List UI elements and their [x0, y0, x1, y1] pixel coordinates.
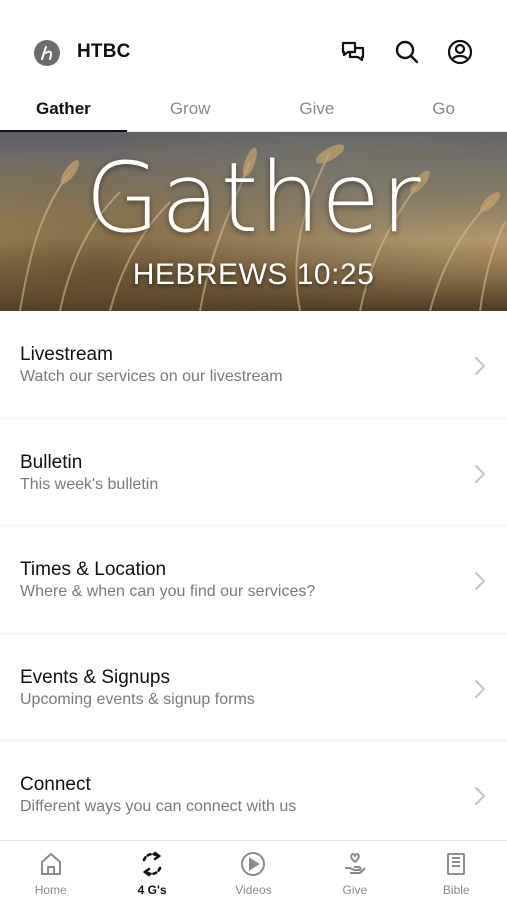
church-logo-icon — [34, 40, 60, 66]
bottom-tab-bar: Home 4 G's Videos Give Bible — [0, 840, 507, 900]
tabbar-item-home[interactable]: Home — [0, 841, 101, 900]
tabbar-label: Videos — [235, 883, 272, 897]
list-item-connect[interactable]: Connect Different ways you can connect w… — [0, 741, 507, 849]
tab-go[interactable]: Go — [380, 86, 507, 132]
hero-subtitle: HEBREWS 10:25 — [132, 258, 375, 291]
search-icon[interactable] — [393, 38, 421, 66]
tab-grow[interactable]: Grow — [127, 86, 254, 132]
menu-list: Livestream Watch our services on our liv… — [0, 311, 507, 849]
chat-icon[interactable] — [339, 38, 367, 66]
tabbar-label: Give — [342, 883, 368, 897]
account-icon[interactable] — [446, 38, 474, 66]
refresh-cycle-icon — [138, 850, 166, 878]
list-item-livestream[interactable]: Livestream Watch our services on our liv… — [0, 311, 507, 419]
app-title: HTBC — [77, 41, 131, 62]
list-item-title: Connect — [20, 774, 91, 795]
chevron-right-icon — [475, 572, 486, 590]
tabbar-item-4gs[interactable]: 4 G's — [101, 841, 202, 900]
list-item-title: Times & Location — [20, 559, 167, 580]
chevron-right-icon — [475, 787, 486, 805]
list-item-subtitle: Upcoming events & signup forms — [20, 690, 255, 708]
tab-give[interactable]: Give — [254, 86, 381, 132]
bible-icon — [442, 850, 470, 878]
chevron-right-icon — [475, 679, 486, 698]
chevron-right-icon — [475, 357, 486, 375]
tabbar-item-give[interactable]: Give — [304, 841, 405, 900]
list-item-title: Bulletin — [20, 451, 83, 473]
list-item-bulletin[interactable]: Bulletin This week's bulletin — [0, 418, 507, 526]
list-item-times-location[interactable]: Times & Location Where & when can you fi… — [0, 526, 507, 634]
home-icon — [37, 850, 65, 878]
tabbar-label: 4 G's — [137, 883, 167, 897]
list-item-title: Events & Signups — [20, 666, 170, 688]
tabbar-item-videos[interactable]: Videos — [203, 841, 304, 900]
list-item-subtitle: This week's bulletin — [20, 475, 159, 493]
tabbar-label: Bible — [442, 883, 470, 897]
tabbar-item-bible[interactable]: Bible — [406, 841, 507, 900]
top-tabs: Gather Grow Give Go — [0, 86, 507, 133]
list-item-subtitle: Different ways you can connect with us — [20, 798, 297, 815]
play-circle-icon — [239, 850, 267, 878]
list-item-subtitle: Watch our services on our livestream — [20, 368, 283, 385]
app-header: HTBC — [0, 0, 507, 86]
tabbar-label: Home — [34, 883, 67, 897]
list-item-subtitle: Where & when can you find our services? — [20, 583, 316, 600]
list-item-events-signups[interactable]: Events & Signups Upcoming events & signu… — [0, 633, 507, 741]
list-item-title: Livestream — [20, 344, 113, 365]
chevron-right-icon — [475, 464, 486, 483]
giving-hand-icon — [341, 850, 369, 878]
hero-title: Gather — [85, 142, 422, 254]
tab-gather[interactable]: Gather — [0, 86, 127, 133]
